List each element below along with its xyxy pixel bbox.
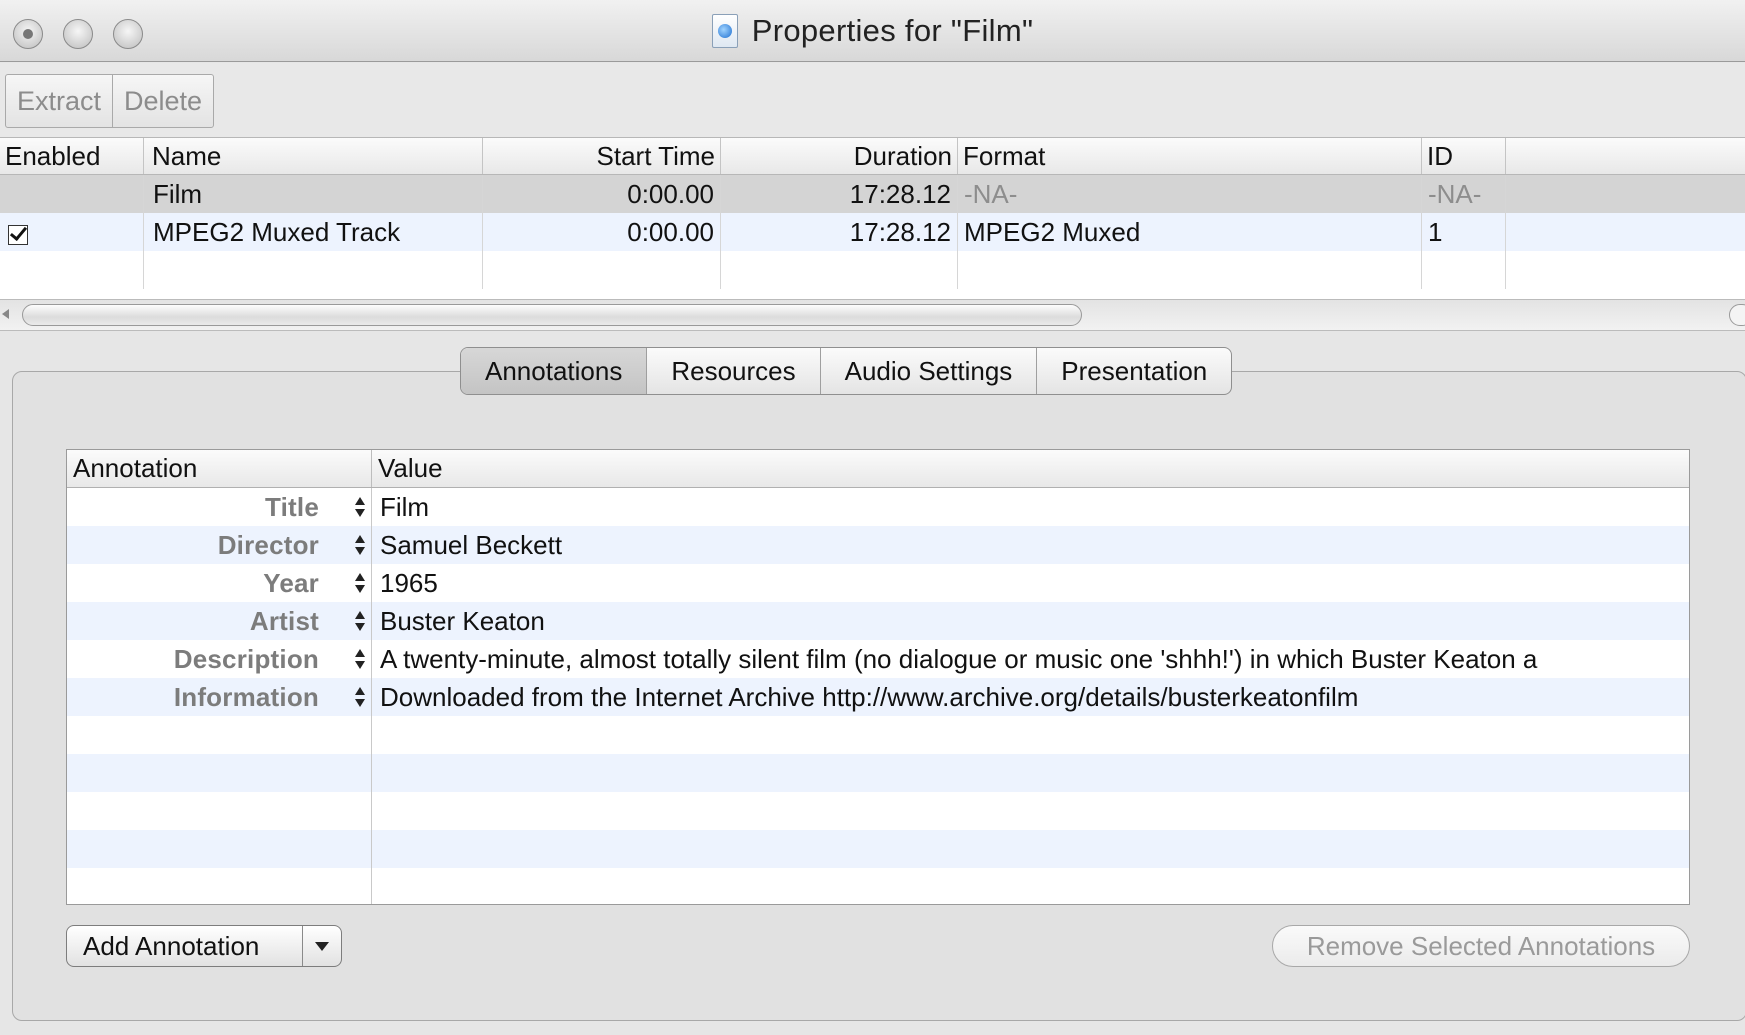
annotation-value[interactable]: Samuel Beckett [372, 526, 1689, 564]
tab-annotations[interactable]: Annotations [461, 348, 647, 394]
annotation-stepper-icon[interactable] [355, 534, 365, 556]
empty-cell [1506, 251, 1745, 289]
tab-presentation[interactable]: Presentation [1036, 348, 1231, 394]
annotation-value[interactable]: Downloaded from the Internet Archive htt… [372, 678, 1689, 716]
track-row[interactable]: MPEG2 Muxed Track 0:00.00 17:28.12 MPEG2… [0, 213, 1745, 251]
column-header-name[interactable]: Name [144, 138, 483, 174]
track-format-cell: MPEG2 Muxed [958, 213, 1422, 251]
empty-cell [721, 251, 958, 289]
tab-bar: Annotations Resources Audio Settings Pre… [460, 347, 1233, 395]
movie-document-icon [711, 14, 738, 48]
annotation-key: Director [217, 530, 319, 560]
annotation-row[interactable]: Year 1965 [67, 564, 1689, 602]
empty-cell [483, 251, 721, 289]
track-start-time-cell: 0:00.00 [483, 175, 721, 213]
track-start-time-cell: 0:00.00 [483, 213, 721, 251]
annotation-value[interactable]: 1965 [372, 564, 1689, 602]
toolbar: Extract Delete [0, 63, 1745, 137]
track-row[interactable]: Film 0:00.00 17:28.12 -NA- -NA- [0, 175, 1745, 213]
annotations-table-header: Annotation Value [67, 450, 1689, 488]
track-id-cell: -NA- [1422, 175, 1506, 213]
empty-row [67, 716, 1689, 754]
annotation-row[interactable]: Artist Buster Keaton [67, 602, 1689, 640]
column-header-id[interactable]: ID [1422, 138, 1506, 174]
annotation-stepper-icon[interactable] [355, 648, 365, 670]
track-enabled-checkbox[interactable] [8, 225, 28, 245]
empty-cell [0, 251, 144, 289]
column-header-duration[interactable]: Duration [721, 138, 958, 174]
scrollbar-end-cap [1729, 304, 1745, 326]
track-format-cell: -NA- [958, 175, 1422, 213]
window-title: Properties for "Film" [751, 13, 1034, 48]
track-duration-cell: 17:28.12 [721, 213, 958, 251]
annotation-key: Artist [249, 606, 319, 636]
annotation-key: Title [265, 492, 319, 522]
empty-row [67, 868, 1689, 904]
remove-selected-annotations-button[interactable]: Remove Selected Annotations [1272, 925, 1690, 967]
add-annotation-label: Add Annotation [83, 930, 260, 961]
properties-window: Properties for "Film" Extract Delete Ena… [0, 0, 1745, 1035]
track-name-cell: MPEG2 Muxed Track [144, 213, 483, 251]
annotations-table: Annotation Value Title Film Director Sam… [66, 449, 1690, 905]
column-header-empty [1506, 138, 1745, 174]
column-header-annotation[interactable]: Annotation [67, 450, 372, 487]
track-filler-cell [1506, 213, 1745, 251]
add-annotation-button[interactable]: Add Annotation [66, 925, 342, 967]
column-header-value[interactable]: Value [372, 450, 1689, 487]
annotation-row[interactable]: Information Downloaded from the Internet… [67, 678, 1689, 716]
track-duration-cell: 17:28.12 [721, 175, 958, 213]
dropdown-arrow-icon[interactable] [302, 926, 341, 966]
annotation-value[interactable]: A twenty-minute, almost totally silent f… [372, 640, 1689, 678]
annotation-row[interactable]: Description A twenty-minute, almost tota… [67, 640, 1689, 678]
annotation-key: Information [173, 682, 319, 712]
column-header-format[interactable]: Format [958, 138, 1422, 174]
annotation-value[interactable]: Buster Keaton [372, 602, 1689, 640]
empty-row [67, 830, 1689, 868]
annotation-stepper-icon[interactable] [355, 572, 365, 594]
track-name-cell: Film [144, 175, 483, 213]
annotation-key: Year [263, 568, 319, 598]
track-filler-cell [1506, 175, 1745, 213]
column-header-start-time[interactable]: Start Time [483, 138, 721, 174]
extract-button[interactable]: Extract [6, 75, 112, 127]
empty-cell [144, 251, 483, 289]
horizontal-scrollbar[interactable] [0, 299, 1745, 331]
track-enabled-cell [0, 175, 144, 213]
track-actions-group: Extract Delete [5, 74, 215, 128]
tracks-table: Enabled Name Start Time Duration Format … [0, 137, 1745, 299]
annotation-stepper-icon[interactable] [355, 686, 365, 708]
annotation-key: Description [173, 644, 319, 674]
annotation-row[interactable]: Director Samuel Beckett [67, 526, 1689, 564]
track-id-cell: 1 [1422, 213, 1506, 251]
tab-audio-settings[interactable]: Audio Settings [819, 348, 1037, 394]
scroll-left-arrow-icon[interactable] [2, 309, 9, 319]
empty-row [0, 251, 1745, 289]
annotation-row[interactable]: Title Film [67, 488, 1689, 526]
delete-button[interactable]: Delete [112, 75, 213, 127]
annotation-stepper-icon[interactable] [355, 496, 365, 518]
annotation-value[interactable]: Film [372, 488, 1689, 526]
empty-cell [1422, 251, 1506, 289]
empty-row [67, 754, 1689, 792]
empty-row [67, 792, 1689, 830]
annotation-stepper-icon[interactable] [355, 610, 365, 632]
title-bar[interactable]: Properties for "Film" [0, 0, 1745, 62]
tracks-table-header: Enabled Name Start Time Duration Format … [0, 137, 1745, 175]
scrollbar-thumb[interactable] [22, 304, 1082, 326]
empty-cell [958, 251, 1422, 289]
column-header-enabled[interactable]: Enabled [0, 138, 144, 174]
tab-resources[interactable]: Resources [646, 348, 819, 394]
track-enabled-cell [0, 213, 144, 251]
